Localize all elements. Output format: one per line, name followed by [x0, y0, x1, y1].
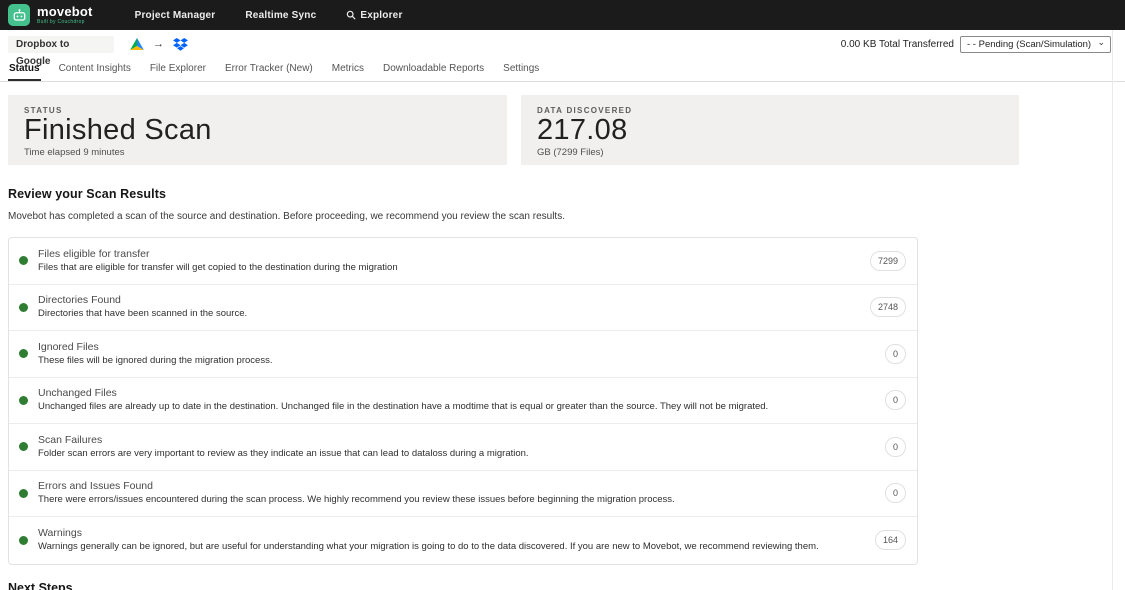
- result-description: Unchanged files are already up to date i…: [38, 402, 768, 413]
- top-nav-links: Project Manager Realtime Sync Explorer: [135, 10, 403, 21]
- brand-name: movebot: [37, 5, 93, 18]
- project-name-input[interactable]: Dropbox to Google: [8, 36, 114, 53]
- google-drive-icon: [130, 38, 144, 50]
- tab-bar: Status Content Insights File Explorer Er…: [0, 58, 1125, 82]
- scan-result-row: Scan Failures Folder scan errors are ver…: [9, 424, 917, 471]
- scan-results-list: Files eligible for transfer Files that a…: [8, 237, 918, 565]
- total-transferred-label: 0.00 KB Total Transferred: [841, 39, 954, 50]
- result-title: Files eligible for transfer: [38, 248, 398, 260]
- result-description: There were errors/issues encountered dur…: [38, 495, 675, 506]
- result-title: Ignored Files: [38, 341, 272, 353]
- search-icon: [346, 10, 356, 20]
- status-dot-icon: [19, 396, 28, 405]
- status-dot-icon: [19, 349, 28, 358]
- scan-result-row: Ignored Files These files will be ignore…: [9, 331, 917, 378]
- review-results-title: Review your Scan Results: [8, 187, 1117, 201]
- connector-icons: →: [130, 38, 188, 51]
- tab-error-tracker-new[interactable]: Error Tracker (New): [224, 58, 314, 81]
- result-description: Files that are eligible for transfer wil…: [38, 263, 398, 274]
- tab-metrics[interactable]: Metrics: [331, 58, 365, 81]
- brand-tagline: Built by Couchdrop: [37, 20, 93, 25]
- result-text: Ignored Files These files will be ignore…: [38, 341, 292, 367]
- transfer-arrow-icon: →: [153, 39, 164, 50]
- result-title: Scan Failures: [38, 434, 529, 446]
- status-page-content: STATUS Finished Scan Time elapsed 9 minu…: [0, 95, 1125, 590]
- result-description: Folder scan errors are very important to…: [38, 449, 529, 460]
- nav-project-manager[interactable]: Project Manager: [135, 10, 216, 21]
- scan-result-row: Files eligible for transfer Files that a…: [9, 238, 917, 285]
- status-card-value: Finished Scan: [24, 115, 491, 146]
- data-discovered-card: DATA DISCOVERED 217.08 GB (7299 Files): [521, 95, 1019, 165]
- result-description: These files will be ignored during the m…: [38, 356, 272, 367]
- result-count-badge: 0: [885, 344, 906, 364]
- movebot-logo[interactable]: movebot Built by Couchdrop: [8, 4, 93, 26]
- nav-explorer[interactable]: Explorer: [346, 10, 402, 21]
- tab-file-explorer[interactable]: File Explorer: [149, 58, 207, 81]
- result-count-badge: 0: [885, 483, 906, 503]
- result-title: Unchanged Files: [38, 387, 768, 399]
- status-dot-icon: [19, 442, 28, 451]
- tab-status[interactable]: Status: [8, 58, 41, 81]
- status-dot-icon: [19, 303, 28, 312]
- scan-result-row: Warnings Warnings generally can be ignor…: [9, 517, 917, 564]
- scan-result-row: Directories Found Directories that have …: [9, 285, 917, 332]
- movebot-robot-icon: [8, 4, 30, 26]
- result-description: Directories that have been scanned in th…: [38, 309, 247, 320]
- tab-downloadable-reports[interactable]: Downloadable Reports: [382, 58, 485, 81]
- project-toolbar: Dropbox to Google → 0: [0, 30, 1125, 58]
- nav-explorer-label: Explorer: [360, 10, 402, 21]
- result-count-badge: 7299: [870, 251, 906, 271]
- result-count-badge: 2748: [870, 297, 906, 317]
- movebot-app: movebot Built by Couchdrop Project Manag…: [0, 0, 1125, 590]
- result-count-badge: 164: [875, 530, 906, 550]
- tab-content-insights[interactable]: Content Insights: [58, 58, 132, 81]
- status-dot-icon: [19, 536, 28, 545]
- brand-text: movebot Built by Couchdrop: [37, 5, 93, 25]
- scan-result-row: Unchanged Files Unchanged files are alre…: [9, 378, 917, 425]
- result-text: Errors and Issues Found There were error…: [38, 480, 695, 506]
- toolbar-right: 0.00 KB Total Transferred - - Pending (S…: [841, 36, 1111, 53]
- review-results-description: Movebot has completed a scan of the sour…: [8, 211, 1117, 222]
- result-text: Warnings Warnings generally can be ignor…: [38, 527, 839, 553]
- data-discovered-value: 217.08: [537, 115, 1003, 146]
- result-count-badge: 0: [885, 437, 906, 457]
- migration-status-select-value: - - Pending (Scan/Simulation): [967, 39, 1091, 50]
- result-description: Warnings generally can be ignored, but a…: [38, 542, 819, 553]
- status-dot-icon: [19, 489, 28, 498]
- migration-status-select[interactable]: - - Pending (Scan/Simulation) ⌄: [960, 36, 1111, 53]
- nav-project-manager-label: Project Manager: [135, 10, 216, 21]
- result-title: Directories Found: [38, 294, 247, 306]
- summary-cards: STATUS Finished Scan Time elapsed 9 minu…: [8, 95, 1117, 165]
- scrollbar-track[interactable]: [1112, 30, 1113, 590]
- result-title: Warnings: [38, 527, 819, 539]
- data-discovered-subtext: GB (7299 Files): [537, 147, 1003, 158]
- nav-realtime-sync[interactable]: Realtime Sync: [245, 10, 316, 21]
- scan-result-row: Errors and Issues Found There were error…: [9, 471, 917, 518]
- status-card: STATUS Finished Scan Time elapsed 9 minu…: [8, 95, 507, 165]
- status-dot-icon: [19, 256, 28, 265]
- status-card-subtext: Time elapsed 9 minutes: [24, 147, 491, 158]
- chevron-down-icon: ⌄: [1097, 38, 1105, 47]
- result-title: Errors and Issues Found: [38, 480, 675, 492]
- nav-realtime-sync-label: Realtime Sync: [245, 10, 316, 21]
- result-text: Unchanged Files Unchanged files are alre…: [38, 387, 788, 413]
- top-navigation-bar: movebot Built by Couchdrop Project Manag…: [0, 0, 1125, 30]
- result-text: Directories Found Directories that have …: [38, 294, 267, 320]
- result-count-badge: 0: [885, 390, 906, 410]
- next-steps-title: Next Steps: [8, 581, 1117, 590]
- result-text: Scan Failures Folder scan errors are ver…: [38, 434, 549, 460]
- result-text: Files eligible for transfer Files that a…: [38, 248, 418, 274]
- dropbox-icon: [173, 38, 188, 51]
- tab-settings[interactable]: Settings: [502, 58, 540, 81]
